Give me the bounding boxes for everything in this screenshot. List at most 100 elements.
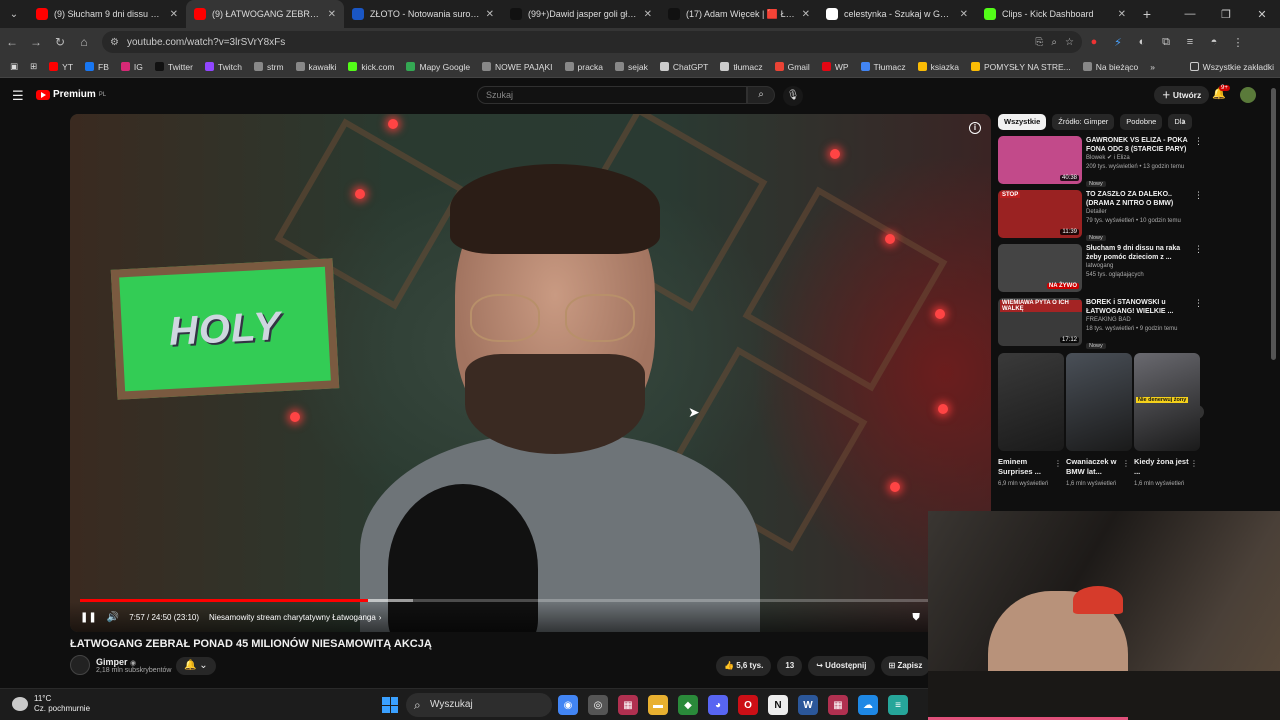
comment-count-button[interactable]: 13 (777, 656, 803, 676)
bookmark-item[interactable]: Gmail (769, 62, 816, 72)
address-bar[interactable]: ⚙ youtube.com/watch?v=3lrSVrY8xFs ⎘ ⌕ ☆ (102, 31, 1082, 53)
volume-icon[interactable]: 🔊 (107, 612, 119, 623)
record-extension-icon[interactable]: ● (1082, 28, 1106, 56)
like-button[interactable]: 👍 5,6 tys. (716, 656, 772, 676)
recommended-video[interactable]: NA ŻYWO Słucham 9 dni dissu na raka żeby … (998, 244, 1208, 298)
close-tab-icon[interactable]: ✕ (644, 9, 652, 20)
zoom-icon[interactable]: ⌕ (1051, 37, 1057, 48)
filter-chip[interactable]: Dla (1168, 114, 1192, 130)
search-icon[interactable]: ⌕ (747, 86, 775, 104)
bookmark-item[interactable]: sejak (609, 62, 654, 72)
discord-icon[interactable]: ◕ (708, 695, 728, 715)
chevron-right-icon[interactable]: › (1182, 116, 1185, 127)
short-thumbnail[interactable] (1066, 353, 1132, 451)
bookmark-item[interactable]: kawałki (290, 62, 343, 72)
recommended-video[interactable]: 40:38 GAWRONEK VS ELIZA - POKA FONA ODC 8… (998, 136, 1208, 190)
channel-name[interactable]: Detailer (1086, 208, 1194, 217)
browser-tab[interactable]: celestynka - Szukaj w Google ✕ (818, 0, 976, 28)
bookmark-item[interactable]: Twitch (199, 62, 248, 72)
more-options-icon[interactable]: ⋮ (1194, 136, 1203, 147)
video-thumbnail[interactable]: NA ŻYWO (998, 244, 1082, 292)
account-avatar[interactable] (1240, 87, 1256, 103)
short-title[interactable]: Kiedy żona jest ... (1134, 457, 1190, 477)
cloud-icon[interactable]: ☁ (858, 695, 878, 715)
close-tab-icon[interactable]: ✕ (170, 9, 178, 20)
chapter-button[interactable]: Niesamowity stream charytatywny Łatwogan… (209, 613, 381, 622)
close-tab-icon[interactable]: ✕ (486, 9, 494, 20)
pause-icon[interactable]: ❚❚ (80, 612, 97, 623)
weather-widget[interactable]: 11°C Cz. pochmurnie (12, 694, 90, 714)
close-tab-icon[interactable]: ✕ (328, 9, 336, 20)
bookmark-item[interactable]: kick.com (342, 62, 400, 72)
minimize-icon[interactable]: — (1172, 0, 1208, 28)
all-bookmarks-button[interactable]: Wszystkie zakładki (1184, 62, 1280, 72)
home-icon[interactable]: ⌂ (72, 28, 96, 56)
filter-chip[interactable]: Źródło: Gimper (1052, 114, 1115, 130)
sponsor-shield-icon[interactable]: ⛊ (912, 612, 920, 623)
new-tab-button[interactable]: + (1134, 6, 1160, 22)
profile-icon[interactable]: ◓ (1202, 28, 1226, 56)
short-title[interactable]: Cwaniaczek w BMW lat... (1066, 457, 1122, 477)
subscribed-bell-button[interactable]: 🔔 ⌄ (176, 657, 216, 675)
recommended-video[interactable]: WIEMIAWA PYTA O ICH WALKĘ 17:12 BOREK i ST… (998, 298, 1208, 352)
video-thumbnail[interactable]: 40:38 (998, 136, 1082, 184)
bookmark-item[interactable]: YT (43, 62, 79, 72)
video-thumbnail[interactable]: STOP 11:39 (998, 190, 1082, 238)
notion-icon[interactable]: N (768, 695, 788, 715)
search-input[interactable]: Szukaj (477, 86, 747, 104)
video-title[interactable]: BOREK i STANOWSKI u ŁATWOGANG! WIELKIE .… (1086, 298, 1194, 316)
install-icon[interactable]: ⎘ (1035, 37, 1043, 48)
channel-name[interactable]: Blowek ✔ i Eliza (1086, 154, 1194, 163)
extension-icon[interactable]: ◐ (1130, 28, 1154, 56)
back-icon[interactable]: ← (0, 28, 24, 56)
more-options-icon[interactable]: ⋮ (1122, 459, 1130, 468)
create-button[interactable]: ＋ Utwórz (1154, 86, 1210, 104)
microphone-icon[interactable]: 🎙 (783, 86, 803, 106)
shield-icon[interactable]: ◆ (678, 695, 698, 715)
bookmark-item[interactable]: ChatGPT (654, 62, 714, 72)
folder-icon[interactable]: ▬ (648, 695, 668, 715)
opera-icon[interactable]: O (738, 695, 758, 715)
bookmark-item[interactable]: Tłumacz (855, 62, 912, 72)
reload-icon[interactable]: ↻ (48, 28, 72, 56)
bookmark-item[interactable]: Mapy Google (400, 62, 476, 72)
video-player[interactable]: HOLY i ➤ ❚❚ 🔊 7:57 / 24:50 (23:10) Niesa… (70, 114, 991, 632)
windows-start-icon[interactable] (382, 697, 398, 713)
bookmark-item[interactable]: Twitter (149, 62, 199, 72)
video-title[interactable]: TO ZASZŁO ZA DALEKO.. (DRAMA Z NITRO O B… (1086, 190, 1194, 208)
menu-icon[interactable]: ☰ (12, 88, 24, 104)
more-options-icon[interactable]: ⋮ (1194, 190, 1203, 201)
short-title[interactable]: Eminem Surprises ... (998, 457, 1054, 477)
more-options-icon[interactable]: ⋮ (1190, 459, 1198, 468)
maximize-icon[interactable]: ❐ (1208, 0, 1244, 28)
filter-chip[interactable]: Wszystkie (998, 114, 1047, 130)
bookmark-item[interactable]: POMYSŁY NA STRE... (965, 62, 1077, 72)
extensions-puzzle-icon[interactable]: ⧉ (1154, 28, 1178, 56)
more-options-icon[interactable]: ⋮ (1054, 459, 1062, 468)
channel-avatar[interactable] (70, 655, 90, 675)
close-window-icon[interactable]: ✕ (1244, 0, 1280, 28)
media-icon[interactable]: ▦ (828, 695, 848, 715)
channel-name[interactable]: latwogang (1086, 262, 1194, 271)
recommended-video[interactable]: STOP 11:39 TO ZASZŁO ZA DALEKO.. (DRAMA Z … (998, 190, 1208, 244)
photos-icon[interactable]: ▦ (618, 695, 638, 715)
browser-tab[interactable]: (9) Słucham 9 dni dissu na raka ✕ (28, 0, 186, 28)
media-control-icon[interactable]: ≡ (1178, 28, 1202, 56)
tab-search-icon[interactable]: ⌄ (0, 0, 28, 28)
more-options-icon[interactable]: ⋮ (1194, 298, 1203, 309)
taskbar-search[interactable]: Wyszukaj (406, 693, 552, 717)
browser-tab[interactable]: Clips - Kick Dashboard ✕ (976, 0, 1134, 28)
info-icon[interactable]: i (969, 122, 981, 134)
save-button[interactable]: ⊞ Zapisz (880, 656, 931, 676)
browser-tab[interactable]: (99+)Dawid jasper goli głowę ✕ (502, 0, 660, 28)
filter-chip[interactable]: Podobne (1120, 114, 1163, 130)
app-icon[interactable]: ◎ (588, 695, 608, 715)
browser-menu-icon[interactable]: ⋮ (1226, 28, 1250, 56)
apps-grid-icon[interactable]: ⊞ (24, 61, 43, 72)
bookmark-item[interactable]: NOWE PAJĄKI (476, 62, 558, 72)
page-scrollbar[interactable] (1271, 88, 1276, 360)
bookmark-star-icon[interactable]: ☆ (1065, 37, 1074, 48)
chrome-icon[interactable]: ◉ (558, 695, 578, 715)
bookmark-item[interactable]: IG (115, 62, 149, 72)
site-info-icon[interactable]: ⚙ (110, 37, 119, 48)
